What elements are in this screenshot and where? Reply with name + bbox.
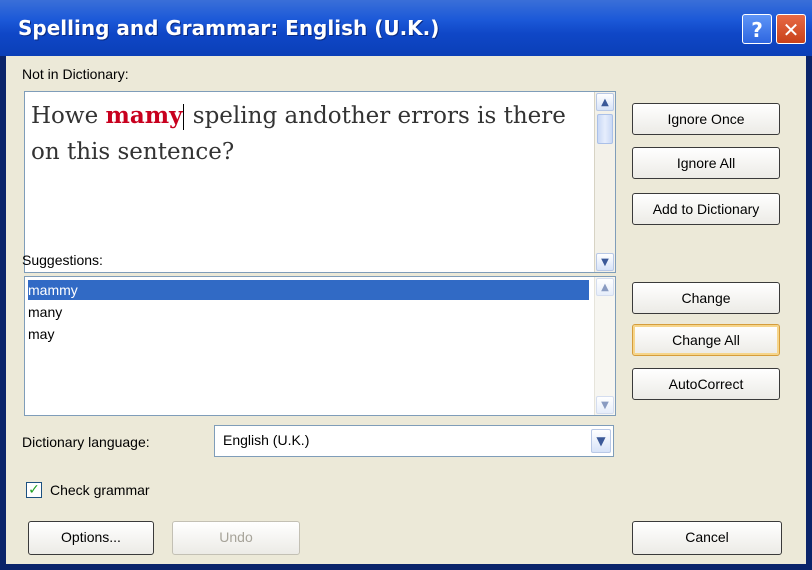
not-in-dictionary-label: Not in Dictionary: xyxy=(22,66,129,82)
change-all-button[interactable]: Change All xyxy=(632,324,780,356)
dialog-body: Not in Dictionary: Howe mamy speling and… xyxy=(6,56,806,564)
check-grammar-label[interactable]: Check grammar xyxy=(50,482,150,498)
checkmark-icon: ✓ xyxy=(28,482,40,498)
sentence-text-before: Howe xyxy=(31,103,106,129)
error-word[interactable]: mamy xyxy=(106,102,183,129)
add-to-dictionary-button[interactable]: Add to Dictionary xyxy=(632,193,780,225)
spelling-grammar-dialog: Spelling and Grammar: English (U.K.) ? ✕… xyxy=(0,0,812,570)
title-bar[interactable]: Spelling and Grammar: English (U.K.) ? ✕ xyxy=(0,0,812,56)
dictionary-language-select[interactable]: English (U.K.) ▼ xyxy=(214,425,614,457)
suggestions-scrollbar[interactable]: ▲ ▼ xyxy=(594,277,615,415)
autocorrect-button[interactable]: AutoCorrect xyxy=(632,368,780,400)
suggestions-label: Suggestions: xyxy=(22,252,103,268)
dictionary-language-label: Dictionary language: xyxy=(22,434,150,450)
undo-button: Undo xyxy=(172,521,300,555)
sentence-editor[interactable]: Howe mamy speling andother errors is the… xyxy=(24,91,616,273)
chevron-down-icon[interactable]: ▼ xyxy=(596,396,614,414)
suggestion-item[interactable]: many xyxy=(28,302,62,322)
suggestion-item[interactable]: may xyxy=(28,324,54,344)
window-title: Spelling and Grammar: English (U.K.) xyxy=(18,16,440,40)
sentence-text[interactable]: Howe mamy speling andother errors is the… xyxy=(31,98,587,170)
suggestion-item[interactable]: mammy xyxy=(28,280,589,300)
chevron-down-icon[interactable]: ▼ xyxy=(591,429,611,453)
suggestions-list[interactable]: mammy many may ▲ ▼ xyxy=(24,276,616,416)
options-button[interactable]: Options... xyxy=(28,521,154,555)
dictionary-language-value: English (U.K.) xyxy=(223,432,310,448)
chevron-up-icon[interactable]: ▲ xyxy=(596,278,614,296)
check-grammar-checkbox[interactable]: ✓ xyxy=(26,482,42,498)
ignore-once-button[interactable]: Ignore Once xyxy=(632,103,780,135)
editor-scrollbar[interactable]: ▲ ▼ xyxy=(594,92,615,272)
ignore-all-button[interactable]: Ignore All xyxy=(632,147,780,179)
change-button[interactable]: Change xyxy=(632,282,780,314)
scrollbar-thumb[interactable] xyxy=(597,114,613,144)
cancel-button[interactable]: Cancel xyxy=(632,521,782,555)
close-icon[interactable]: ✕ xyxy=(776,14,806,44)
chevron-down-icon[interactable]: ▼ xyxy=(596,253,614,271)
help-icon[interactable]: ? xyxy=(742,14,772,44)
chevron-up-icon[interactable]: ▲ xyxy=(596,93,614,111)
